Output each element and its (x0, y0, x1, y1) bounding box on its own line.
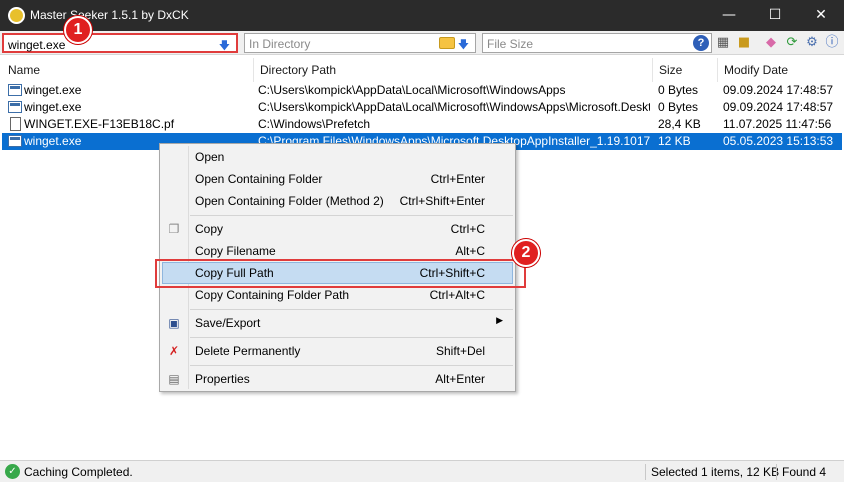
window-title: Master Seeker 1.5.1 by DxCK (30, 8, 189, 22)
directory-input[interactable]: In Directory 🡇 (244, 33, 476, 53)
menu-item-label: Open Containing Folder (195, 172, 323, 186)
column-header-name[interactable]: Name (2, 58, 254, 82)
row-date: 09.09.2024 17:48:57 (723, 100, 834, 114)
menu-separator (190, 365, 513, 366)
row-date: 09.09.2024 17:48:57 (723, 83, 834, 97)
help-icon[interactable]: ? (693, 35, 709, 51)
row-size: 12 KB (658, 134, 691, 148)
menu-item-shortcut: Shift+Del (435, 344, 485, 358)
step-badge-1: 1 (64, 16, 92, 44)
menu-item-shortcut: Ctrl+Alt+C (429, 288, 485, 302)
menu-separator (190, 215, 513, 216)
menu-item-label: Save/Export (195, 316, 261, 330)
row-size: 28,4 KB (658, 117, 701, 131)
row-date: 05.05.2023 15:13:53 (723, 134, 834, 148)
menu-item-label: Copy Filename (195, 244, 276, 258)
row-size: 0 Bytes (658, 100, 699, 114)
exe-file-icon (8, 84, 22, 96)
menu-item-delete-permanently[interactable]: ✗ Delete Permanently Shift+Del (162, 340, 513, 362)
directory-input-placeholder: In Directory (249, 37, 311, 51)
document-file-icon (10, 117, 21, 131)
menu-item-label: Copy Containing Folder Path (195, 288, 350, 302)
row-path: C:\Users\kompick\AppData\Local\Microsoft… (258, 100, 650, 114)
menu-item-open-containing-folder[interactable]: Open Containing Folder Ctrl+Enter (162, 168, 513, 190)
status-message: Caching Completed. (24, 465, 133, 479)
menu-item-shortcut: Alt+C (455, 244, 485, 258)
refresh-icon[interactable]: ⟳ (783, 34, 801, 52)
eraser-icon[interactable]: ◆ (762, 34, 780, 52)
status-found: Found 4 (782, 465, 827, 479)
table-row[interactable]: WINGET.EXE-F13EB18C.pf C:\Windows\Prefet… (2, 116, 842, 133)
row-path: C:\Windows\Prefetch (258, 117, 371, 131)
menu-separator (190, 309, 513, 310)
exe-file-icon (8, 101, 22, 113)
menu-item-save-export[interactable]: ▣ Save/Export ▶ (162, 312, 513, 334)
menu-item-open[interactable]: Open (162, 146, 513, 168)
menu-item-copy[interactable]: ❐ Copy Ctrl+C (162, 218, 513, 240)
column-header-modify-date[interactable]: Modify Date (718, 58, 842, 82)
menu-separator (190, 337, 513, 338)
menu-item-label: Open (195, 150, 225, 164)
status-selected: Selected 1 items, 12 KB (651, 465, 780, 479)
status-divider (776, 464, 777, 480)
submenu-arrow-icon: ▶ (496, 316, 503, 326)
table-row[interactable]: winget.exe C:\Users\kompick\AppData\Loca… (2, 82, 842, 99)
menu-item-shortcut: Ctrl+Enter (430, 172, 485, 186)
menu-item-shortcut: Ctrl+Shift+Enter (399, 194, 485, 208)
status-divider (645, 464, 646, 480)
open-folder-icon[interactable]: ■ (735, 34, 753, 52)
menu-item-properties[interactable]: ▤ Properties Alt+Enter (162, 368, 513, 390)
table-row[interactable]: winget.exe C:\Users\kompick\AppData\Loca… (2, 99, 842, 116)
check-icon: ✓ (5, 464, 20, 479)
row-name: WINGET.EXE-F13EB18C.pf (24, 117, 175, 131)
search-input[interactable]: winget.exe 🡇 (2, 33, 238, 53)
column-header-directory[interactable]: Directory Path (254, 58, 653, 82)
row-date: 11.07.2025 11:47:56 (723, 117, 832, 131)
menu-item-open-containing-folder-method-2[interactable]: Open Containing Folder (Method 2) Ctrl+S… (162, 190, 513, 212)
close-button[interactable]: ✕ (798, 0, 844, 31)
minimize-button[interactable]: — (706, 0, 752, 31)
column-header-size[interactable]: Size (653, 58, 718, 82)
info-icon[interactable]: ⓘ (823, 34, 841, 52)
copy-icon: ❐ (168, 222, 180, 236)
step-badge-2: 2 (512, 239, 540, 267)
menu-item-shortcut: Alt+Enter (435, 372, 485, 386)
save-disk-icon: ▣ (168, 316, 180, 330)
file-size-placeholder: File Size (487, 37, 534, 51)
menu-item-label: Open Containing Folder (Method 2) (195, 194, 384, 208)
app-icon (8, 7, 25, 24)
row-name: winget.exe (24, 100, 82, 114)
exe-file-icon (8, 135, 22, 147)
row-name: winget.exe (24, 83, 82, 97)
row-size: 0 Bytes (658, 83, 699, 97)
properties-icon[interactable]: ▦ (714, 34, 732, 52)
delete-x-icon: ✗ (168, 344, 180, 358)
row-path: C:\Users\kompick\AppData\Local\Microsoft… (258, 83, 566, 97)
directory-dropdown-icon[interactable]: 🡇 (458, 36, 469, 55)
file-size-input[interactable]: File Size (482, 33, 712, 53)
menu-item-shortcut: Ctrl+C (450, 222, 485, 236)
folder-icon[interactable] (439, 37, 455, 49)
menu-item-label: Delete Permanently (195, 344, 301, 358)
search-input-value: winget.exe (8, 38, 66, 52)
search-dropdown-icon[interactable]: 🡇 (219, 37, 230, 56)
menu-item-label: Copy (195, 222, 224, 236)
settings-gear-icon[interactable]: ⚙ (803, 34, 821, 52)
table-header: Name Directory Path Size Modify Date (2, 58, 842, 82)
title-bar: Master Seeker 1.5.1 by DxCK — ☐ ✕ (0, 0, 844, 31)
properties-icon: ▤ (168, 372, 180, 386)
menu-item-label: Properties (195, 372, 250, 386)
status-bar: ✓ Caching Completed. Selected 1 items, 1… (0, 460, 844, 482)
maximize-button[interactable]: ☐ (752, 0, 798, 31)
highlight-annotation-box (155, 259, 526, 288)
